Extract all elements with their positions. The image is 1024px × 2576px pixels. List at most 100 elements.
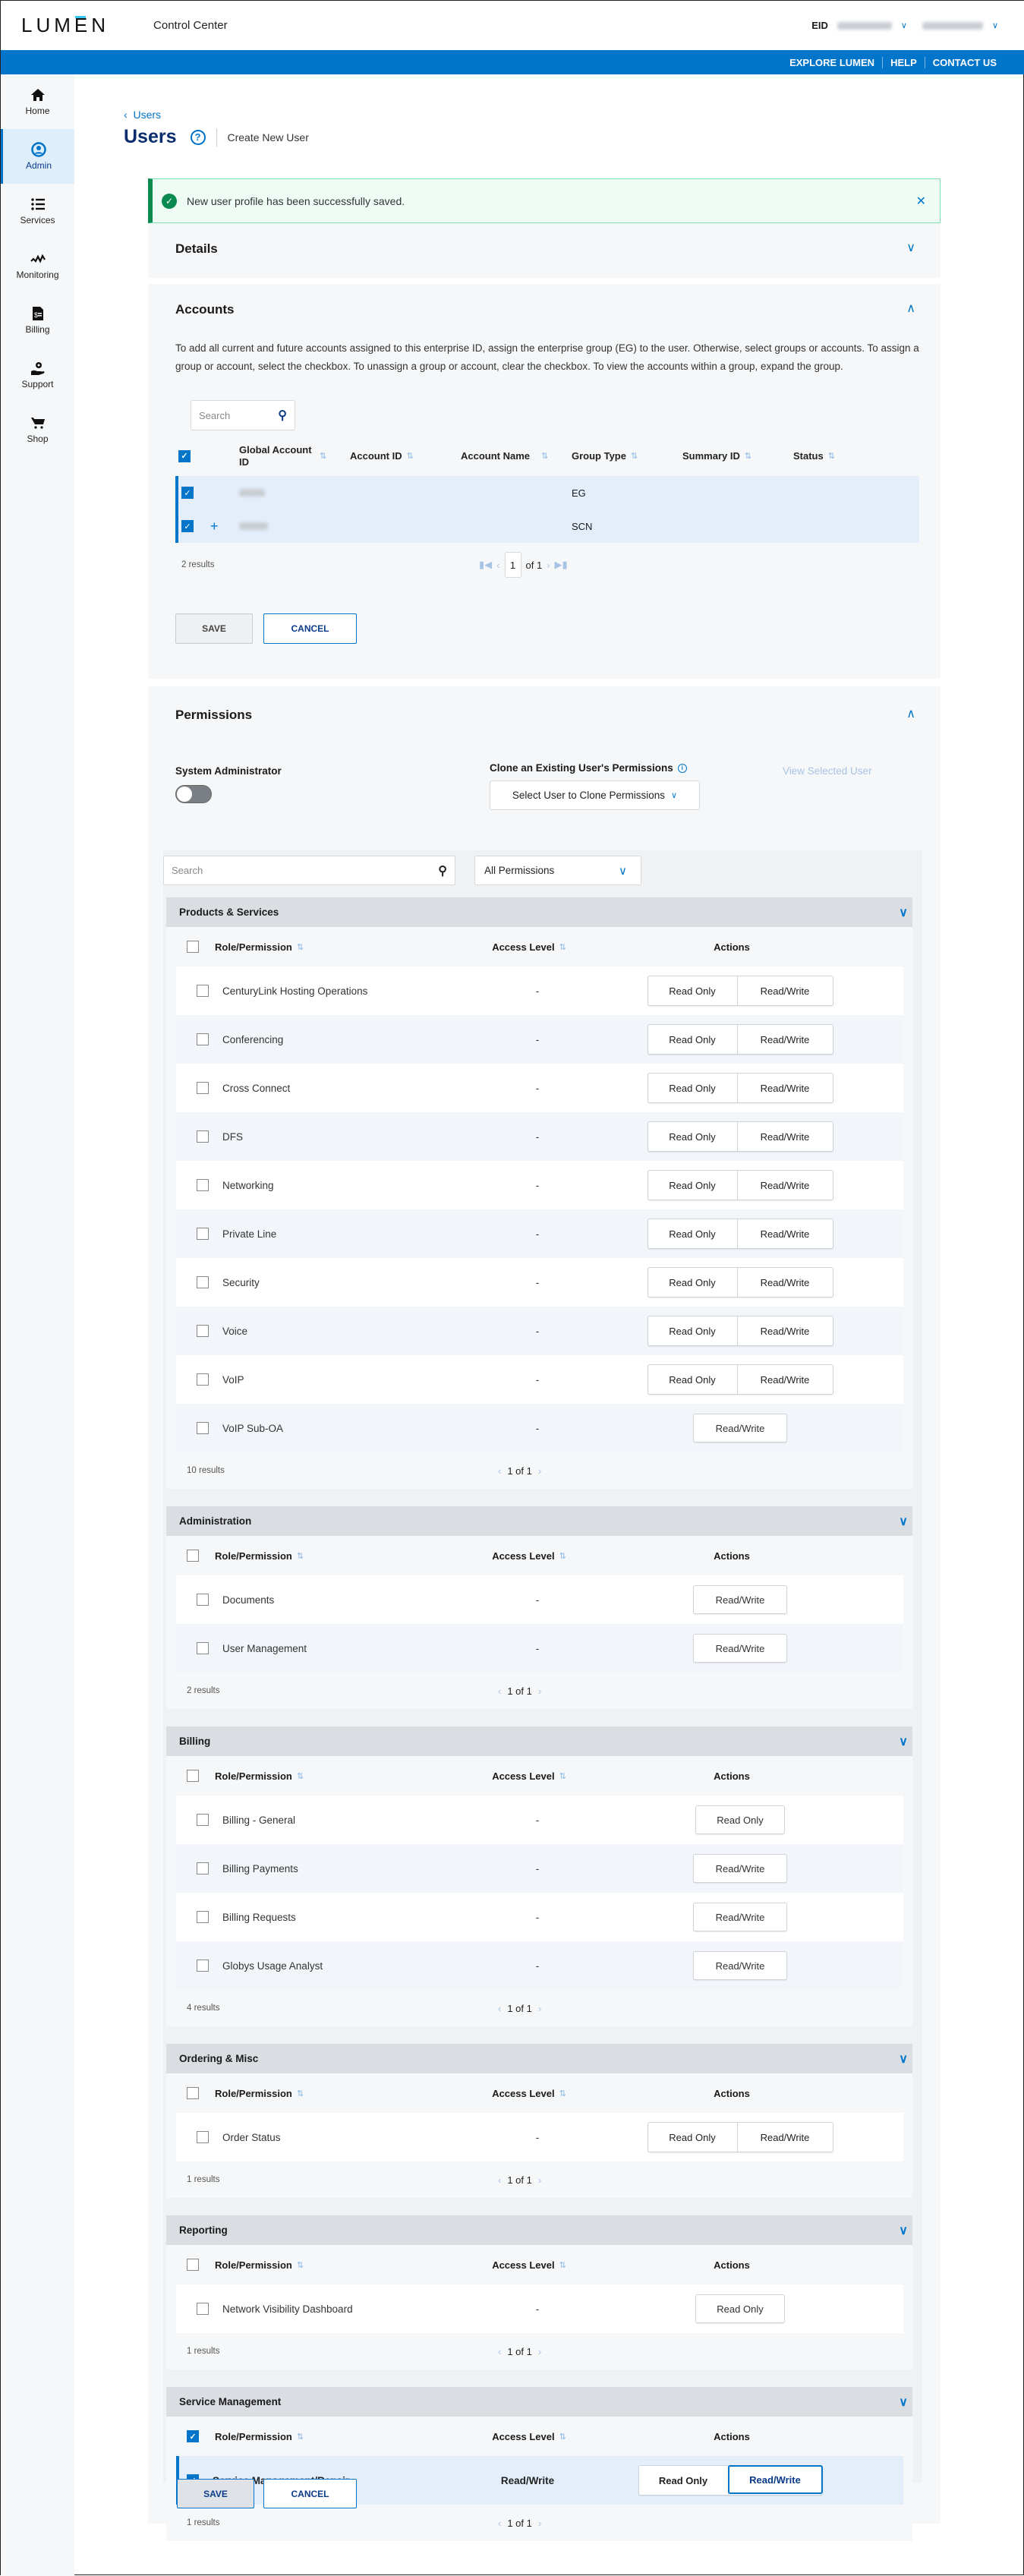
read-only-button[interactable]: Read Only [648, 2123, 738, 2152]
sort-icon[interactable]: ⇅ [297, 2260, 304, 2270]
read-write-button[interactable]: Read/Write [738, 1122, 833, 1151]
read-write-button[interactable]: Read/Write [693, 1414, 787, 1442]
sidebar-item-monitoring[interactable]: Monitoring [1, 238, 74, 293]
chevron-down-icon[interactable]: ∨ [899, 2223, 908, 2238]
permission-row[interactable]: Private Line - Read Only Read/Write [176, 1209, 903, 1258]
sort-icon[interactable]: ⇅ [559, 1551, 566, 1561]
view-selected-user-link[interactable]: View Selected User [783, 765, 872, 777]
prev-page-icon[interactable]: ‹ [498, 1685, 501, 1697]
read-write-button[interactable]: Read/Write [738, 1365, 833, 1394]
details-section[interactable]: Details ∨ [148, 223, 941, 278]
sort-icon[interactable]: ⇅ [297, 2089, 304, 2098]
permission-row[interactable]: Voice - Read Only Read/Write [176, 1307, 903, 1355]
sort-icon[interactable]: ⇅ [559, 2260, 566, 2270]
group-header[interactable]: Service Management ∨ [166, 2387, 912, 2417]
col-group-type[interactable]: Group Type ⇅ [572, 450, 682, 462]
sort-icon[interactable]: ⇅ [297, 1551, 304, 1561]
permission-row[interactable]: Globys Usage Analyst - Read/Write [176, 1941, 903, 1990]
help-question-icon[interactable]: ? [190, 129, 206, 145]
read-only-button[interactable]: Read Only [648, 1219, 738, 1248]
read-write-button[interactable]: Read/Write [738, 1171, 833, 1200]
permission-row[interactable]: User Management - Read/Write [176, 1624, 903, 1673]
read-write-button[interactable]: Read/Write [693, 1585, 787, 1614]
group-header[interactable]: Products & Services ∨ [166, 897, 912, 927]
user-chevron-down-icon[interactable]: ∨ [992, 20, 998, 30]
clone-user-select[interactable]: Select User to Clone Permissions ∨ [490, 780, 700, 810]
permission-row[interactable]: DFS - Read Only Read/Write [176, 1112, 903, 1161]
breadcrumb[interactable]: ‹ Users [124, 109, 161, 121]
read-write-button[interactable]: Read/Write [738, 1268, 833, 1297]
read-write-button[interactable]: Read/Write [693, 1854, 787, 1883]
permission-row[interactable]: Billing - General - Read Only [176, 1796, 903, 1844]
read-only-button[interactable]: Read Only [648, 1171, 738, 1200]
search-icon[interactable]: ⚲ [438, 863, 447, 878]
read-write-button[interactable]: Read/Write [693, 1903, 787, 1931]
explore-lumen-link[interactable]: EXPLORE LUMEN [782, 57, 882, 68]
chevron-up-icon[interactable]: ∧ [906, 301, 915, 316]
prev-page-icon[interactable]: ‹ [498, 2518, 501, 2529]
page-input[interactable]: 1 [504, 552, 521, 578]
chevron-down-icon[interactable]: ∨ [906, 240, 915, 255]
group-header[interactable]: Administration ∨ [166, 1506, 912, 1536]
lumen-logo[interactable]: LUMEN [21, 14, 109, 37]
row-checkbox[interactable]: ✓ [181, 520, 194, 533]
sort-icon[interactable]: ⇅ [559, 2089, 566, 2098]
chevron-down-icon[interactable]: ∨ [899, 2395, 908, 2410]
read-only-button[interactable]: Read Only [648, 1316, 738, 1345]
permission-row[interactable]: CenturyLink Hosting Operations - Read On… [176, 966, 903, 1015]
account-row[interactable]: ✓ + SCN [175, 509, 919, 543]
sidebar-item-home[interactable]: Home [1, 74, 74, 129]
sort-icon[interactable]: ⇅ [559, 2432, 566, 2442]
read-write-button[interactable]: Read/Write [693, 1951, 787, 1980]
next-page-icon[interactable]: › [538, 2174, 541, 2186]
breadcrumb-users-link[interactable]: Users [133, 109, 161, 121]
read-write-button[interactable]: Read/Write [738, 1074, 833, 1102]
permission-row[interactable]: Order Status - Read Only Read/Write [176, 2113, 903, 2161]
group-header[interactable]: Ordering & Misc ∨ [166, 2044, 912, 2073]
permissions-search-input[interactable]: Search ⚲ [163, 856, 455, 885]
read-write-button[interactable]: Read/Write [727, 2465, 823, 2494]
accounts-search-input[interactable]: Search ⚲ [191, 400, 295, 430]
read-only-button[interactable]: Read Only [648, 1268, 738, 1297]
last-page-icon[interactable]: ▶▮ [555, 559, 568, 571]
chevron-up-icon[interactable]: ∧ [906, 706, 915, 721]
next-page-icon[interactable]: › [538, 1685, 541, 1697]
col-global-account-id[interactable]: Global Account ID ⇅ [239, 444, 350, 468]
sidebar-item-admin[interactable]: Admin [1, 129, 74, 184]
permission-row[interactable]: Billing Payments - Read/Write [176, 1844, 903, 1893]
sidebar-item-billing[interactable]: $ Billing [1, 293, 74, 348]
contact-us-link[interactable]: CONTACT US [924, 56, 1004, 68]
permission-row[interactable]: Conferencing - Read Only Read/Write [176, 1015, 903, 1064]
sort-icon[interactable]: ⇅ [631, 451, 638, 461]
group-header[interactable]: Billing ∨ [166, 1726, 912, 1756]
sort-icon[interactable]: ⇅ [297, 2432, 304, 2442]
chevron-down-icon[interactable]: ∨ [899, 1514, 908, 1529]
sort-icon[interactable]: ⇅ [320, 450, 326, 462]
chevron-down-icon[interactable]: ∨ [899, 2051, 908, 2067]
first-page-icon[interactable]: ▮◀ [479, 559, 492, 571]
read-only-button[interactable]: Read Only [695, 2294, 785, 2323]
sort-icon[interactable]: ⇅ [407, 451, 414, 461]
search-icon[interactable]: ⚲ [278, 408, 287, 423]
select-all-checkbox[interactable]: ✓ [178, 449, 191, 462]
row-checkbox[interactable]: ✓ [181, 487, 194, 500]
prev-page-icon[interactable]: ‹ [498, 2003, 501, 2014]
help-link[interactable]: HELP [882, 56, 925, 68]
chevron-down-icon[interactable]: ∨ [899, 905, 908, 920]
prev-page-icon[interactable]: ‹ [498, 2346, 501, 2357]
sort-icon[interactable]: ⇅ [559, 942, 566, 952]
read-write-button[interactable]: Read/Write [738, 2123, 833, 2152]
permissions-save-button[interactable]: SAVE [177, 2479, 254, 2508]
read-only-button[interactable]: Read Only [639, 2466, 729, 2495]
permission-row[interactable]: Billing Requests - Read/Write [176, 1893, 903, 1941]
expand-plus-icon[interactable]: + [203, 519, 239, 534]
read-only-button[interactable]: Read Only [648, 1025, 738, 1054]
read-only-button[interactable]: Read Only [648, 1074, 738, 1102]
next-page-icon[interactable]: › [538, 2346, 541, 2357]
next-page-icon[interactable]: › [538, 2003, 541, 2014]
permissions-filter-select[interactable]: All Permissions ∨ [474, 856, 641, 885]
permission-row[interactable]: Network Visibility Dashboard - Read Only [176, 2284, 903, 2333]
read-write-button[interactable]: Read/Write [693, 1634, 787, 1663]
accounts-cancel-button[interactable]: CANCEL [263, 613, 357, 644]
col-account-id[interactable]: Account ID ⇅ [350, 450, 461, 462]
